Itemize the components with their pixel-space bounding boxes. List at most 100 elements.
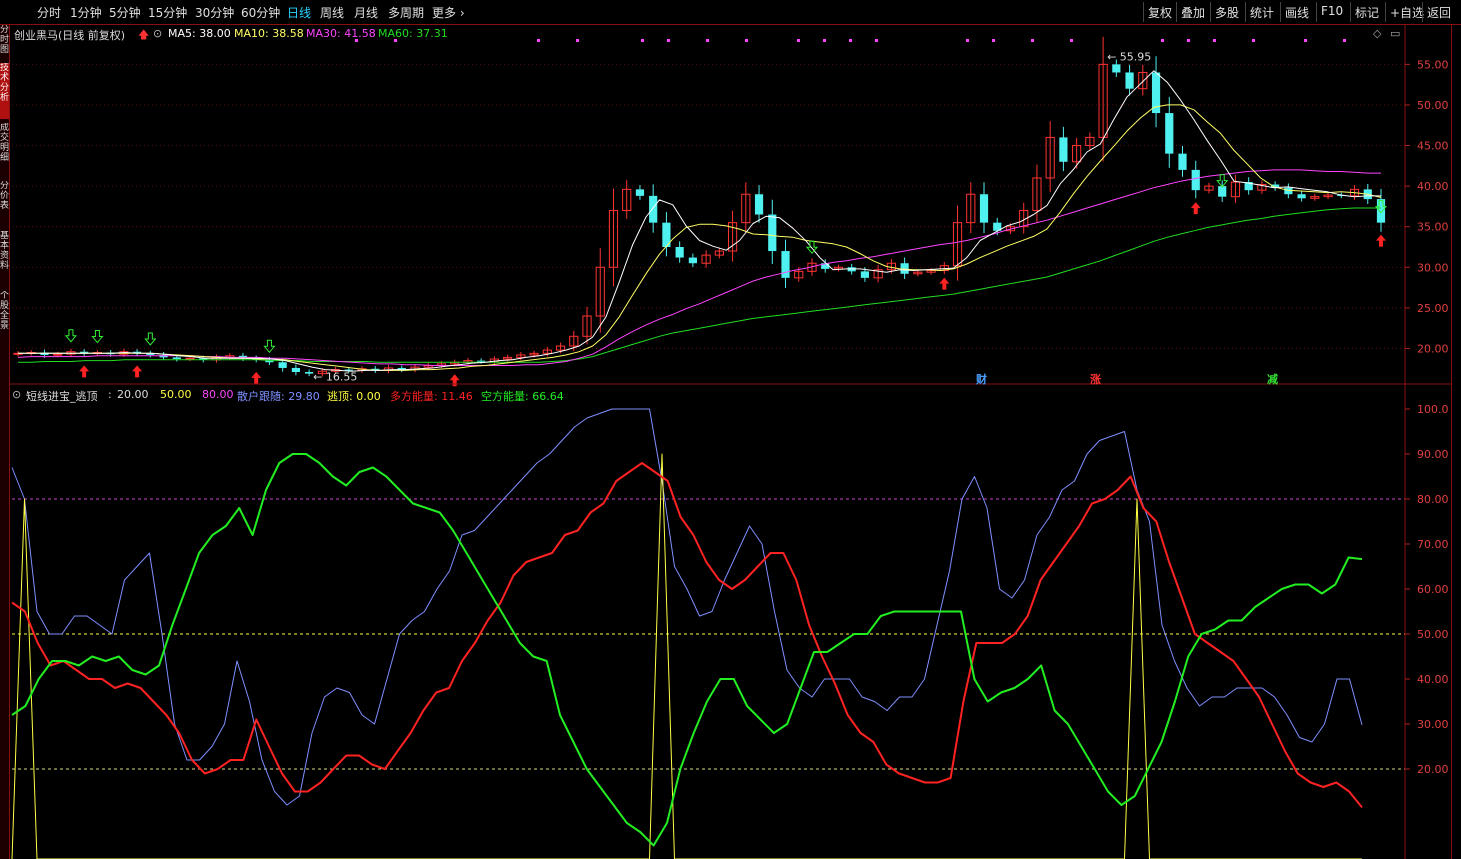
tf-more-label: 更多 bbox=[432, 6, 457, 20]
draw-line-button[interactable]: 画线 bbox=[1280, 2, 1313, 22]
signal-dot bbox=[745, 39, 748, 42]
signal-dot bbox=[576, 39, 579, 42]
ind-tick-label: 40.00 bbox=[1417, 673, 1449, 686]
signal-dot bbox=[875, 39, 878, 42]
indicator-menu-icon[interactable]: ⊙ bbox=[12, 388, 21, 401]
ma5-line bbox=[18, 70, 1381, 372]
signal-dot bbox=[641, 39, 644, 42]
tf-weekly[interactable]: 周线 bbox=[320, 4, 344, 21]
sell-arrow-icon bbox=[805, 240, 819, 255]
candle-body bbox=[185, 357, 195, 360]
ind-tick-label: 20.00 bbox=[1417, 763, 1449, 776]
sell-arrow-icon bbox=[144, 332, 157, 346]
ma30-legend: MA30: 41.58 bbox=[306, 27, 376, 40]
event-finance[interactable]: 财 bbox=[976, 371, 987, 387]
candle-body bbox=[1191, 169, 1200, 191]
sell-arrow-icon bbox=[91, 330, 104, 344]
main-tick-label: 30.00 bbox=[1417, 261, 1449, 274]
stats-button[interactable]: 统计 bbox=[1245, 2, 1278, 22]
tf-60min[interactable]: 60分钟 bbox=[241, 4, 280, 21]
tf-30min[interactable]: 30分钟 bbox=[195, 4, 234, 21]
retail-legend: 散户跟随: 29.80 bbox=[237, 390, 320, 403]
level-50-legend: 50.00 bbox=[160, 388, 192, 401]
tf-multi[interactable]: 多周期 bbox=[388, 4, 424, 21]
candle-body bbox=[1284, 187, 1293, 195]
tf-monthly[interactable]: 月线 bbox=[354, 4, 378, 21]
signal-dot bbox=[966, 39, 969, 42]
tf-1min[interactable]: 1分钟 bbox=[70, 4, 102, 21]
escape-line bbox=[11, 453, 1362, 859]
tab-trade-details[interactable]: 成交明细 bbox=[0, 123, 9, 177]
axis-labels: 55.00 50.00 45.00 40.00 35.00 30.00 25.00 20.00… bbox=[10, 25, 1451, 859]
multi-stock-button[interactable]: 多股 bbox=[1210, 2, 1243, 22]
high-label: ← 55.95 bbox=[1107, 51, 1151, 64]
candle-body bbox=[1218, 186, 1227, 197]
mark-button[interactable]: 标记 bbox=[1350, 2, 1383, 22]
indicator-sep: : bbox=[108, 388, 112, 401]
left-tab-strip: 分时图 技术分析 成交明细 分价表 基本资料 个股全景 bbox=[0, 25, 10, 859]
bull-energy-legend: 多方能量: 11.46 bbox=[390, 390, 473, 403]
main-tick-label: 55.00 bbox=[1417, 58, 1449, 71]
sell-arrow-icon bbox=[64, 329, 77, 343]
candle-body bbox=[649, 195, 658, 223]
signal-dot bbox=[1252, 39, 1255, 42]
tab-stock-overview[interactable]: 个股全景 bbox=[0, 291, 9, 347]
chevron-down-icon[interactable]: ⊙ bbox=[153, 27, 162, 40]
ma10-line bbox=[18, 104, 1382, 371]
signal-dot bbox=[823, 39, 826, 42]
tf-more[interactable]: 更多 › bbox=[432, 4, 465, 21]
diamond-icon[interactable]: ◇ bbox=[1373, 27, 1381, 40]
signal-dot bbox=[1161, 39, 1164, 42]
candle-body bbox=[305, 372, 314, 374]
window-icon[interactable]: ▭ bbox=[1390, 27, 1400, 40]
back-button[interactable]: 返回 bbox=[1422, 2, 1455, 22]
signal-dot bbox=[1304, 39, 1307, 42]
tab-intraday-chart[interactable]: 分时图 bbox=[0, 25, 9, 61]
candle-body bbox=[1178, 153, 1187, 170]
ma60-legend: MA60: 37.31 bbox=[378, 27, 448, 40]
event-rise[interactable]: 涨 bbox=[1090, 371, 1101, 387]
buy-arrow-icon bbox=[939, 277, 950, 290]
candle-body bbox=[278, 362, 287, 368]
candle-body bbox=[675, 247, 684, 258]
tf-5min[interactable]: 5分钟 bbox=[109, 4, 141, 21]
main-tick-label: 40.00 bbox=[1417, 180, 1449, 193]
candle-body bbox=[1165, 113, 1174, 154]
tab-price-table[interactable]: 分价表 bbox=[0, 181, 9, 225]
signal-dot bbox=[706, 39, 709, 42]
event-reduce[interactable]: 减 bbox=[1267, 371, 1278, 387]
signal-dot bbox=[992, 39, 995, 42]
candle-body bbox=[635, 189, 645, 196]
ma60-line bbox=[18, 207, 1381, 363]
signal-dot bbox=[1343, 39, 1346, 42]
candle-body bbox=[754, 194, 764, 215]
tf-15min[interactable]: 15分钟 bbox=[148, 4, 187, 21]
candle-body bbox=[477, 360, 486, 362]
sell-arrow-icon bbox=[263, 339, 276, 354]
tab-basic-info[interactable]: 基本资料 bbox=[0, 231, 9, 285]
f10-button[interactable]: F10 bbox=[1316, 2, 1347, 22]
restore-rights-button[interactable]: 复权 bbox=[1143, 2, 1176, 22]
right-scroll-strip[interactable] bbox=[1451, 25, 1461, 859]
candle-body bbox=[688, 257, 697, 264]
ind-tick-label: 80.00 bbox=[1417, 493, 1449, 506]
candle-body bbox=[1125, 72, 1134, 89]
main-tick-label: 35.00 bbox=[1417, 221, 1449, 234]
candle-body bbox=[172, 357, 181, 360]
signal-dot bbox=[537, 39, 540, 42]
chart-canvas: ← 55.95 ← 16.55 55.00 50.00 45.00 40.00 35.00… bbox=[10, 25, 1451, 859]
tab-technical-analysis[interactable]: 技术分析 bbox=[0, 63, 9, 119]
candle-body bbox=[860, 271, 870, 278]
tf-daily[interactable]: 日线 bbox=[287, 4, 311, 21]
signal-dot bbox=[1187, 39, 1190, 42]
period-toolbar: 分时 1分钟 5分钟 15分钟 30分钟 60分钟 日线 周线 月线 多周期 更… bbox=[0, 0, 1461, 25]
signal-dot bbox=[667, 39, 670, 42]
main-tick-label: 45.00 bbox=[1417, 140, 1449, 153]
signal-dot bbox=[797, 39, 800, 42]
tf-intraday[interactable]: 分时 bbox=[37, 4, 61, 21]
signal-dot bbox=[1070, 39, 1073, 42]
indicator-name: 短线进宝_逃顶 bbox=[26, 390, 98, 403]
ind-tick-label: 100.0 bbox=[1417, 403, 1449, 416]
bull-energy-line bbox=[11, 462, 1363, 809]
overlay-button[interactable]: 叠加 bbox=[1176, 2, 1209, 22]
